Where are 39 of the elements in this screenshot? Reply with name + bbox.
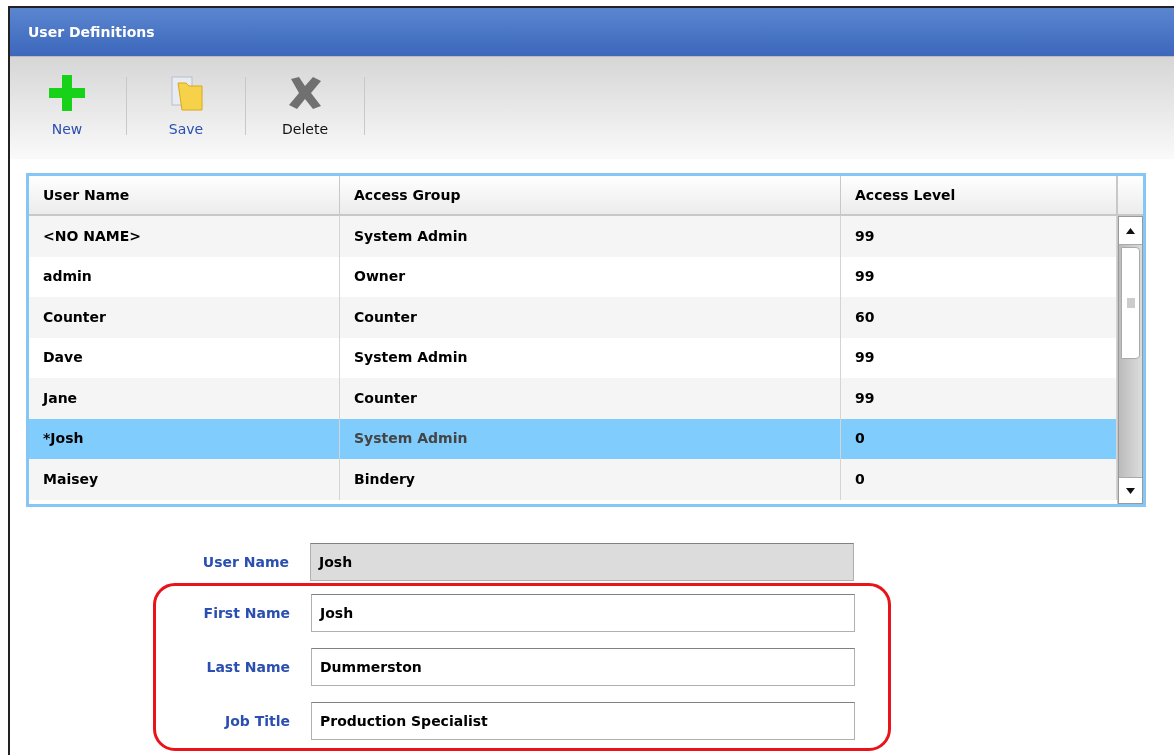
field-label: First Name xyxy=(202,603,291,623)
toolbar-button[interactable]: Delete xyxy=(270,73,340,140)
vertical-scrollbar[interactable] xyxy=(1118,216,1143,504)
table-row[interactable]: Jane Counter 99 xyxy=(29,378,1117,419)
table-row[interactable]: *Josh System Admin 0 xyxy=(29,418,1117,459)
table-cell: 99 xyxy=(841,216,1117,257)
scroll-down-button[interactable] xyxy=(1119,477,1142,503)
table-cell: System Admin xyxy=(340,216,841,257)
table-cell: Counter xyxy=(29,297,340,338)
table-row[interactable]: Maisey Bindery 0 xyxy=(29,459,1117,500)
plus-icon xyxy=(47,73,87,113)
window-title: User Definitions xyxy=(28,22,155,42)
text-field[interactable]: Production Specialist xyxy=(311,702,855,740)
table-cell: Counter xyxy=(340,297,841,338)
toolbar-button[interactable]: New xyxy=(32,73,102,140)
table-cell: <NO NAME> xyxy=(29,216,340,257)
scroll-thumb[interactable] xyxy=(1121,247,1140,359)
column-header[interactable]: Access Group xyxy=(340,176,841,214)
table-cell: 60 xyxy=(841,297,1117,338)
column-header[interactable]: Access Level xyxy=(841,176,1117,214)
toolbar-button[interactable]: Save xyxy=(151,73,221,140)
up-arrow-icon xyxy=(1126,227,1135,234)
table-cell: Counter xyxy=(340,378,841,419)
table-cell: 0 xyxy=(841,459,1117,500)
text-field[interactable]: Dummerston xyxy=(311,648,855,686)
table-row[interactable]: Counter Counter 60 xyxy=(29,297,1117,338)
table-cell: Maisey xyxy=(29,459,340,500)
scroll-up-button[interactable] xyxy=(1119,217,1142,245)
table-row[interactable]: <NO NAME> System Admin 99 xyxy=(29,216,1117,257)
table-cell: 99 xyxy=(841,378,1117,419)
field-label: Last Name xyxy=(205,657,291,677)
table-cell: Jane xyxy=(29,378,340,419)
field-label: Job Title xyxy=(223,711,291,731)
field-label: User Name xyxy=(201,552,290,572)
down-arrow-icon xyxy=(1126,487,1135,494)
text-field[interactable]: Josh xyxy=(311,594,855,632)
grip-icon xyxy=(1126,298,1135,308)
column-header[interactable]: User Name xyxy=(29,176,340,214)
table-cell: Bindery xyxy=(340,459,841,500)
